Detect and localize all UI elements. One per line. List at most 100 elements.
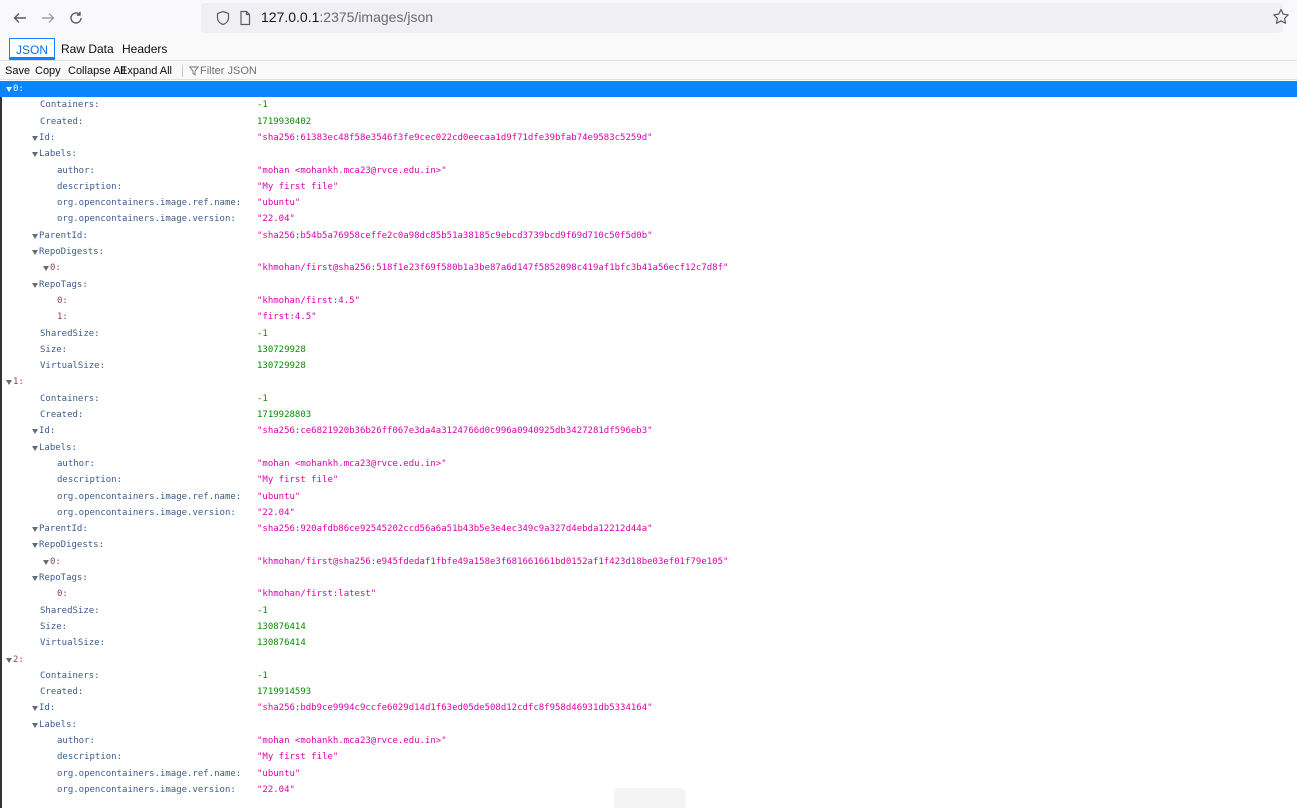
tree-row[interactable]: RepoDigests: <box>0 537 1297 553</box>
back-button[interactable] <box>8 6 32 30</box>
tree-row[interactable]: Created: 1719914593 <box>0 684 1297 700</box>
tree-row[interactable]: Labels: <box>0 717 1297 733</box>
tree-row[interactable]: SharedSize: -1 <box>0 603 1297 619</box>
filter-json-input[interactable] <box>200 63 320 79</box>
tree-value: "My first file" <box>257 181 339 192</box>
viewer-tabbar: JSON Raw Data Headers <box>0 37 1297 61</box>
tree-row[interactable]: ParentId: "sha256:b54b5a76958ceffe2c0a98d… <box>0 228 1297 244</box>
tree-row[interactable]: 0: "khmohan/first:latest" <box>0 586 1297 602</box>
expand-toggle-icon[interactable] <box>32 722 38 728</box>
tree-key: Labels: <box>39 149 77 160</box>
tree-row[interactable]: Containers: -1 <box>0 97 1297 113</box>
tracking-shield-icon[interactable] <box>215 10 231 26</box>
page-info-icon[interactable] <box>237 10 253 26</box>
expand-toggle-icon[interactable] <box>43 559 49 565</box>
tree-row[interactable]: RepoTags: <box>0 570 1297 586</box>
url-text[interactable]: 127.0.0.1:2375/images/json <box>261 9 433 25</box>
tree-key: 0: <box>50 556 61 567</box>
tree-row[interactable]: SharedSize: -1 <box>0 326 1297 342</box>
expand-toggle-icon[interactable] <box>32 135 38 141</box>
expand-all-button[interactable]: Expand All <box>120 64 172 78</box>
collapse-all-button[interactable]: Collapse All <box>68 64 125 78</box>
tree-value: "ubuntu" <box>257 198 301 209</box>
expand-toggle-icon[interactable] <box>32 576 38 581</box>
tree-row[interactable]: ParentId: "sha256:920afdb86ce92545202ccd5… <box>0 521 1297 537</box>
tree-row[interactable]: author: "mohan <mohankh.mca23@rvce.edu.in… <box>0 456 1297 472</box>
tree-row[interactable]: 0: "khmohan/first@sha256:e945fdedaf1fbfe4… <box>0 554 1297 570</box>
tree-row[interactable]: Size: 130729928 <box>0 342 1297 358</box>
expand-toggle-icon[interactable] <box>32 543 38 549</box>
tree-value: "mohan <mohankh.mca23@rvce.edu.in>" <box>257 736 447 746</box>
tree-key: description: <box>57 181 123 192</box>
tree-key: 1: <box>57 312 68 323</box>
tree-key: VirtualSize: <box>40 361 106 372</box>
filter-icon <box>189 66 199 76</box>
tree-row[interactable]: RepoTags: <box>0 277 1297 293</box>
tree-row[interactable]: VirtualSize: 130876414 <box>0 635 1297 651</box>
tree-row[interactable]: Created: 1719928803 <box>0 407 1297 423</box>
tree-key: org.opencontainers.image.version: <box>57 784 236 795</box>
tree-row[interactable]: Size: 130876414 <box>0 619 1297 635</box>
tree-row[interactable]: 0: "khmohan/first:4.5" <box>0 293 1297 309</box>
tree-row[interactable]: description: "My first file" <box>0 749 1297 765</box>
expand-toggle-icon[interactable] <box>32 429 38 435</box>
tab-json[interactable]: JSON <box>9 38 56 60</box>
tree-value: "sha256:b54b5a76958ceffe2c0a98dc85b51a38… <box>257 230 653 241</box>
tree-key: Containers: <box>40 670 100 681</box>
tree-row[interactable]: org.opencontainers.image.ref.name: "ubunt… <box>0 489 1297 505</box>
expand-toggle-icon[interactable] <box>6 87 12 92</box>
tree-row[interactable]: 1: "first:4.5" <box>0 309 1297 325</box>
tab-headers[interactable]: Headers <box>116 38 173 60</box>
expand-toggle-icon[interactable] <box>32 445 38 451</box>
forward-button[interactable] <box>36 6 60 30</box>
tree-row[interactable]: description: "My first file" <box>0 472 1297 488</box>
tree-value: "mohan <mohankh.mca23@rvce.edu.in>" <box>257 165 447 176</box>
tree-row[interactable]: description: "My first file" <box>0 179 1297 195</box>
tree-key: Created: <box>40 687 84 698</box>
tree-value: -1 <box>257 100 268 111</box>
tree-row[interactable]: Id: "sha256:61383ec48f58e3546f3fe9cec022c… <box>0 130 1297 146</box>
tree-row[interactable]: Created: 1719930402 <box>0 114 1297 130</box>
expand-toggle-icon[interactable] <box>6 380 12 386</box>
tree-row[interactable]: Labels: <box>0 440 1297 456</box>
address-bar[interactable]: 127.0.0.1:2375/images/json <box>201 3 1283 33</box>
url-path: :2375/images/json <box>319 9 434 25</box>
expand-toggle-icon[interactable] <box>32 250 38 255</box>
expand-toggle-icon[interactable] <box>43 266 49 272</box>
tree-row[interactable]: org.opencontainers.image.ref.name: "ubunt… <box>0 195 1297 211</box>
expand-toggle-icon[interactable] <box>6 657 12 663</box>
tree-value: 1719914593 <box>257 687 312 698</box>
tree-row[interactable]: author: "mohan <mohankh.mca23@rvce.edu.in… <box>0 163 1297 179</box>
tree-row[interactable]: org.opencontainers.image.ref.name: "ubunt… <box>0 766 1297 782</box>
tree-row[interactable]: org.opencontainers.image.version: "22.04" <box>0 505 1297 521</box>
expand-toggle-icon[interactable] <box>32 706 38 712</box>
tree-row[interactable]: Containers: -1 <box>0 391 1297 407</box>
tree-key: author: <box>57 458 95 469</box>
tree-row[interactable]: org.opencontainers.image.version: "22.04" <box>0 211 1297 227</box>
tree-key: VirtualSize: <box>40 638 106 649</box>
tree-row[interactable]: 0: <box>0 81 1297 98</box>
tree-row[interactable]: VirtualSize: 130729928 <box>0 358 1297 374</box>
reload-button[interactable] <box>64 6 88 30</box>
tree-row[interactable]: Containers: -1 <box>0 668 1297 684</box>
tree-row[interactable]: RepoDigests: <box>0 244 1297 260</box>
tree-row[interactable]: 1: <box>0 374 1297 390</box>
expand-toggle-icon[interactable] <box>32 152 38 158</box>
tree-row[interactable]: 2: <box>0 652 1297 668</box>
bookmark-star-icon[interactable] <box>1271 7 1291 27</box>
tab-raw-data[interactable]: Raw Data <box>55 38 120 60</box>
tree-row[interactable]: Id: "sha256:bdb9ce9994c9ccfe6029d14d1f63e… <box>0 700 1297 716</box>
expand-toggle-icon[interactable] <box>32 233 38 239</box>
copy-button[interactable]: Copy <box>35 64 61 78</box>
tree-row[interactable]: Labels: <box>0 146 1297 162</box>
tree-key: 0: <box>57 295 68 306</box>
arrow-right-icon <box>42 13 55 23</box>
save-button[interactable]: Save <box>5 64 30 78</box>
expand-toggle-icon[interactable] <box>32 282 38 288</box>
tree-key: SharedSize: <box>40 605 100 616</box>
tree-key: org.opencontainers.image.ref.name: <box>57 768 242 779</box>
tree-row[interactable]: Id: "sha256:ce6821920b36b26ff067e3da4a312… <box>0 423 1297 439</box>
tree-row[interactable]: 0: "khmohan/first@sha256:518f1e23f69f580b… <box>0 260 1297 276</box>
expand-toggle-icon[interactable] <box>32 527 38 533</box>
tree-row[interactable]: author: "mohan <mohankh.mca23@rvce.edu.in… <box>0 733 1297 749</box>
